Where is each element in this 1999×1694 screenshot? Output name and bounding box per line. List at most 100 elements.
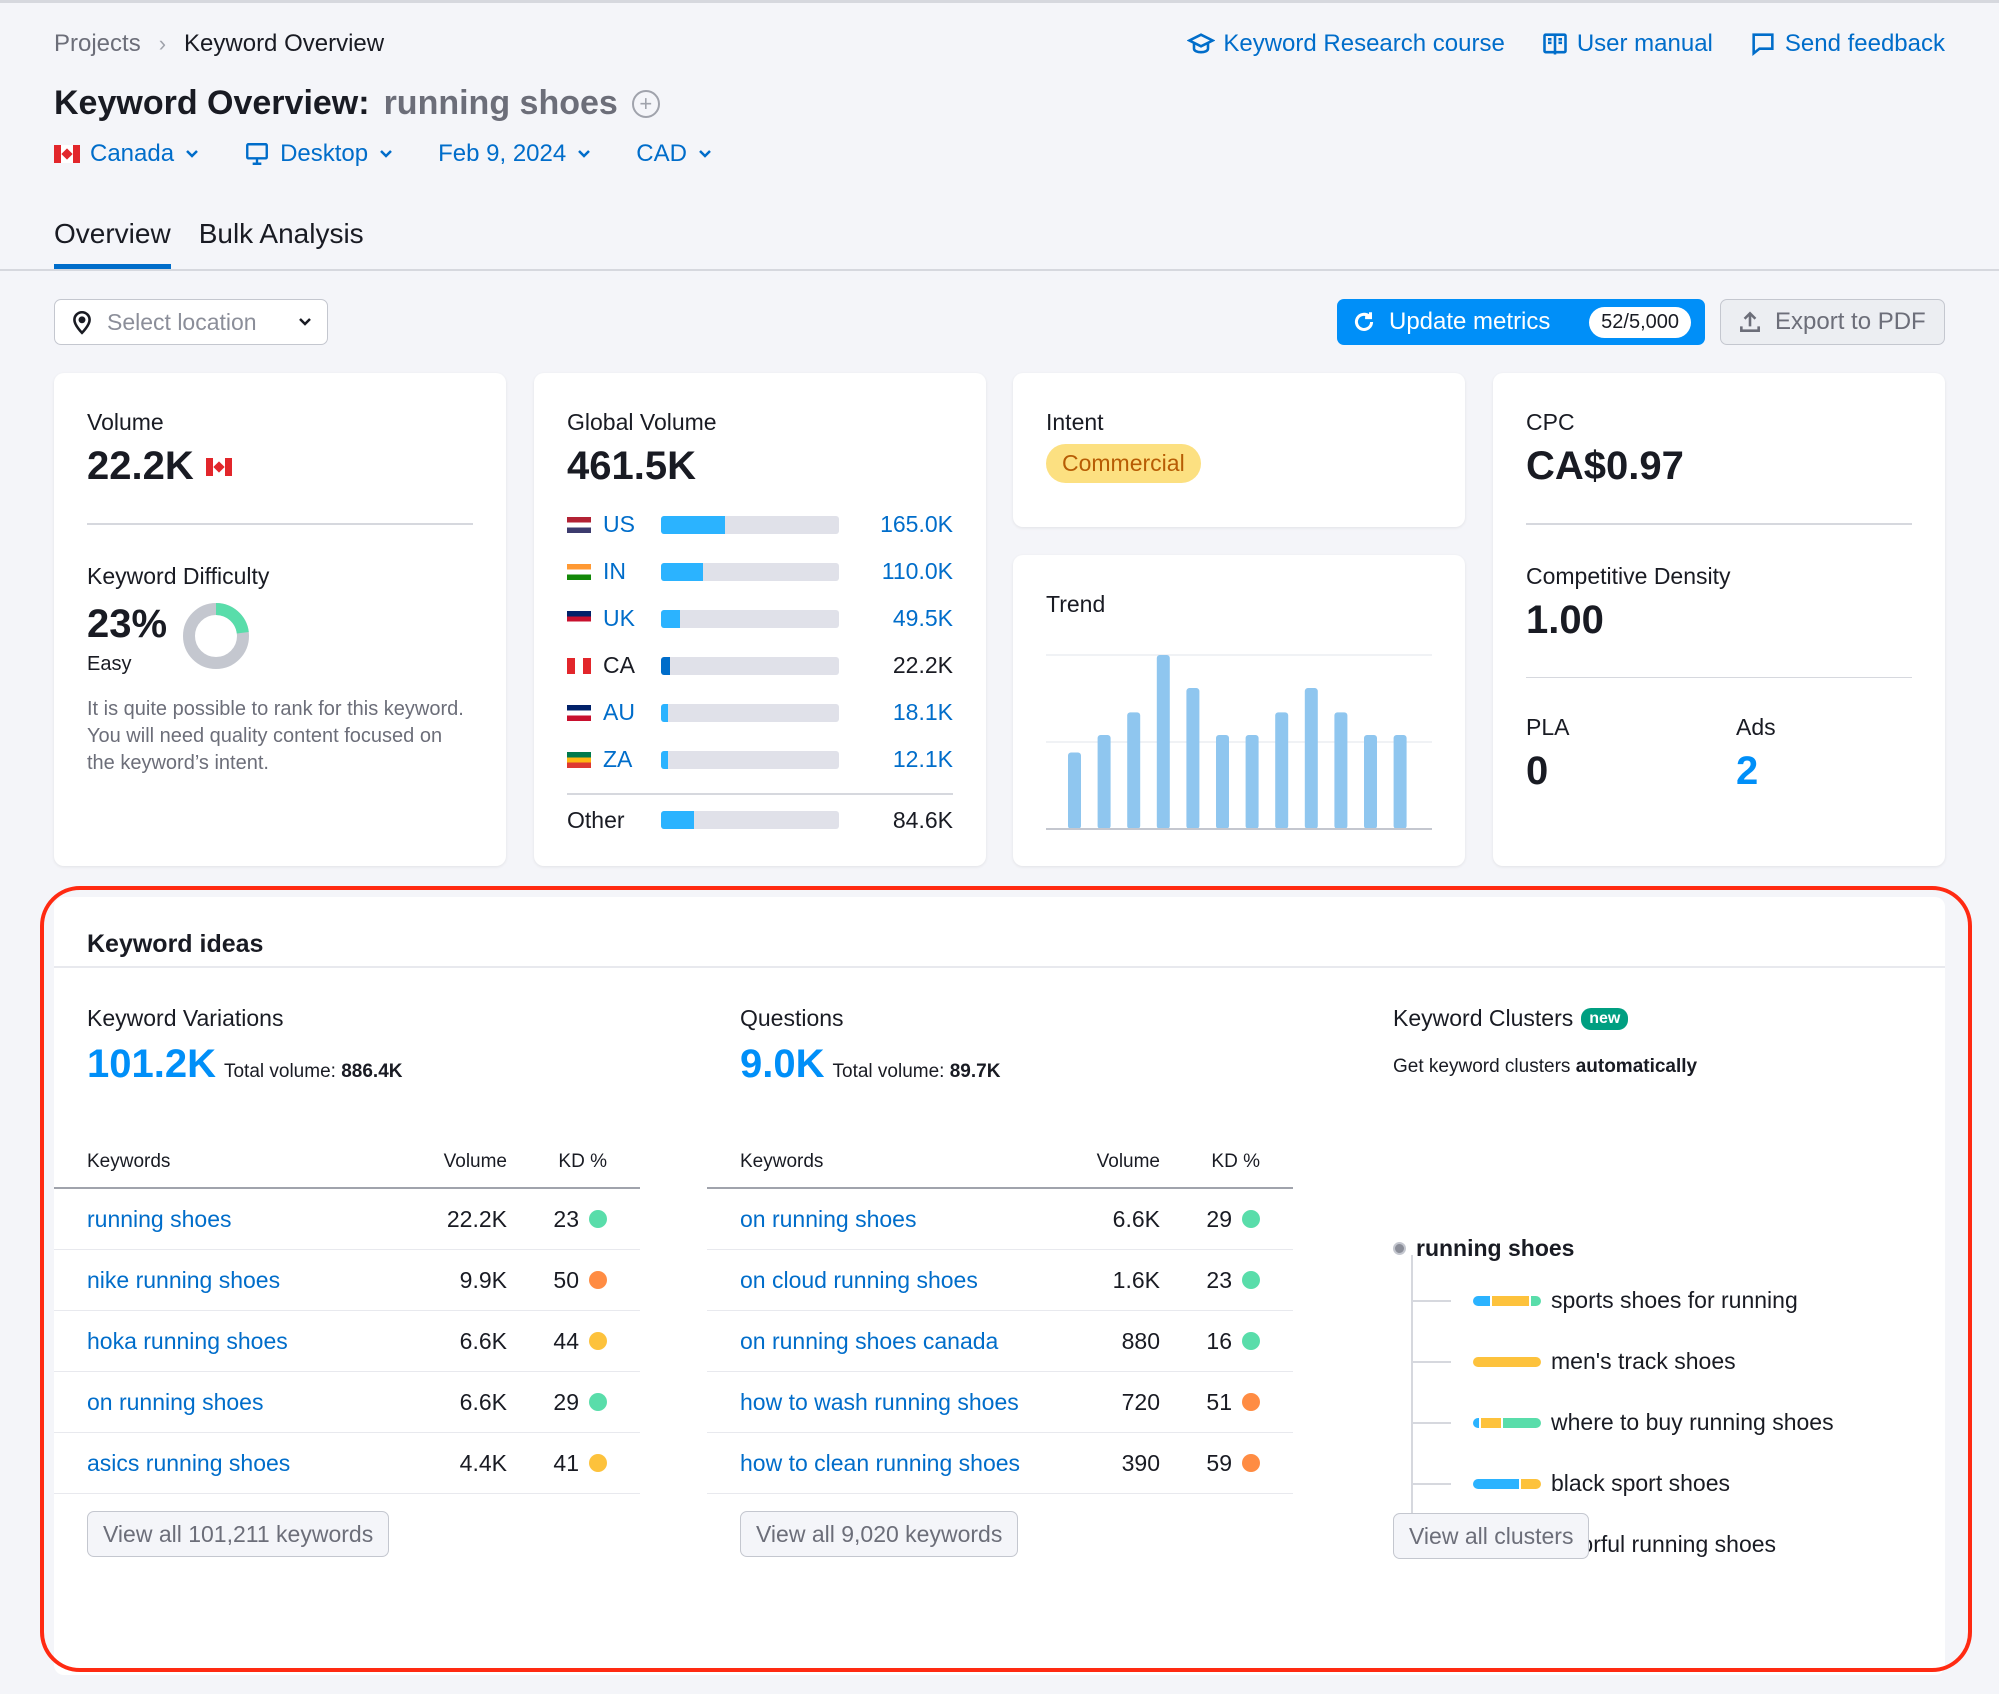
canada-flag-icon (205, 457, 232, 476)
trend-bar (1097, 735, 1111, 829)
country-code[interactable]: ZA (603, 746, 661, 773)
ads-value[interactable]: 2 (1736, 749, 1776, 794)
in-flag-icon (567, 563, 591, 580)
other-label: Other (567, 806, 625, 833)
kd-value: 23% (87, 601, 168, 646)
trend-bar (1068, 752, 1081, 829)
user-manual-link[interactable]: User manual (1541, 30, 1713, 58)
volume-bar-fill (661, 562, 704, 581)
volume-bar-fill (661, 750, 669, 769)
trend-bar (1245, 735, 1259, 829)
breadcrumb: Projects › Keyword Overview (54, 30, 384, 58)
global-volume-row: ZA 12.1K (567, 736, 953, 783)
canada-flag-icon (54, 145, 80, 163)
date-value: Feb 9, 2024 (438, 140, 567, 167)
uk-flag-icon (567, 610, 591, 627)
trend-bar (1304, 688, 1318, 829)
tab-overview[interactable]: Overview (54, 218, 171, 269)
help-link-label: User manual (1576, 30, 1713, 57)
us-flag-icon (567, 516, 591, 533)
help-link-label: Send feedback (1784, 30, 1945, 57)
location-select[interactable]: Select location (54, 299, 328, 345)
country-volume[interactable]: 165.0K (880, 511, 953, 538)
trend-bar (1334, 712, 1348, 829)
country-value: Canada (90, 140, 175, 167)
cpc-value: CA$0.97 (1526, 444, 1684, 488)
ca-flag-icon (567, 657, 591, 674)
country-code[interactable]: UK (603, 605, 661, 632)
chevron-down-icon (380, 150, 393, 158)
volume-bar-fill (661, 609, 681, 628)
page-title-keyword: running shoes (383, 84, 618, 122)
tabs: Overview Bulk Analysis (54, 218, 364, 269)
page-title-prefix: Keyword Overview: (54, 84, 370, 122)
global-volume-value: 461.5K (567, 444, 696, 488)
device-dropdown[interactable]: Desktop (244, 140, 394, 168)
volume-bar (661, 750, 839, 769)
divider (87, 523, 473, 525)
trend-bar (1393, 735, 1407, 829)
update-metrics-button[interactable]: Update metrics 52/5,000 (1337, 299, 1705, 345)
currency-dropdown[interactable]: CAD (636, 140, 713, 168)
intent-card: Intent Commercial (1013, 373, 1465, 527)
date-dropdown[interactable]: Feb 9, 2024 (438, 140, 592, 168)
chevron-down-icon (299, 318, 311, 326)
global-volume-row: US 165.0K (567, 501, 953, 548)
location-placeholder: Select location (107, 308, 257, 335)
other-bar-fill (661, 811, 694, 829)
volume-bar (661, 562, 839, 581)
breadcrumb-projects[interactable]: Projects (54, 30, 141, 58)
competitive-density-value: 1.00 (1526, 597, 1604, 642)
chat-icon (1752, 33, 1774, 57)
help-link-label: Keyword Research course (1223, 30, 1505, 57)
volume-bar (661, 609, 839, 628)
country-dropdown[interactable]: Canada (54, 140, 200, 168)
device-value: Desktop (280, 140, 369, 167)
country-code[interactable]: US (603, 511, 661, 538)
tab-bulk-analysis[interactable]: Bulk Analysis (199, 218, 364, 269)
update-count-badge: 52/5,000 (1589, 306, 1691, 338)
country-code: CA (603, 652, 635, 678)
global-volume-card: Global Volume 461.5K US 165.0K IN 110.0K UK 4… (534, 373, 986, 866)
add-keyword-icon[interactable]: + (631, 89, 660, 118)
graduation-cap-icon (1187, 33, 1216, 54)
keyword-research-course-link[interactable]: Keyword Research course (1187, 30, 1505, 58)
country-volume[interactable]: 12.1K (893, 746, 953, 773)
global-volume-list: US 165.0K IN 110.0K UK 49.5K CA 22.2K AU 18.1K ZA 1… (567, 501, 953, 783)
volume-bar-fill (661, 515, 725, 534)
country-code[interactable]: AU (603, 699, 661, 726)
top-border (0, 0, 1999, 3)
country-volume[interactable]: 18.1K (893, 699, 953, 726)
send-feedback-link[interactable]: Send feedback (1749, 30, 1945, 58)
global-volume-label: Global Volume (567, 409, 717, 435)
location-pin-icon (73, 311, 91, 335)
tabs-divider (0, 269, 1999, 271)
trend-card: Trend (1013, 555, 1465, 866)
country-volume[interactable]: 49.5K (893, 605, 953, 632)
cpc-card: CPC CA$0.97 Competitive Density 1.00 PLA… (1493, 373, 1945, 866)
za-flag-icon (567, 751, 591, 768)
global-volume-other-row: Other 84.6K (567, 797, 953, 844)
pla-value: 0 (1526, 749, 1549, 793)
country-volume: 22.2K (892, 652, 953, 678)
country-volume[interactable]: 110.0K (882, 558, 953, 585)
trend-bar (1364, 735, 1377, 829)
help-links: Keyword Research course User manual Send… (1187, 30, 1945, 58)
desktop-icon (246, 143, 269, 165)
volume-value: 22.2K (87, 444, 194, 488)
update-metrics-label: Update metrics (1389, 308, 1551, 335)
refresh-icon (1354, 312, 1374, 331)
volume-card: Volume 22.2K Keyword Difficulty 23% Easy… (54, 373, 506, 866)
chevron-down-icon (186, 150, 198, 158)
country-code[interactable]: IN (603, 558, 661, 585)
intent-label: Intent (1046, 409, 1104, 435)
kd-level: Easy (87, 652, 132, 675)
global-volume-row: AU 18.1K (567, 689, 953, 736)
kd-label: Keyword Difficulty (87, 562, 270, 589)
divider (567, 793, 953, 795)
export-pdf-button[interactable]: Export to PDF (1720, 299, 1945, 345)
competitive-density-label: Competitive Density (1526, 562, 1731, 589)
trend-bar (1216, 735, 1229, 829)
highlight-outline (40, 886, 1972, 1672)
cpc-label: CPC (1526, 409, 1575, 435)
